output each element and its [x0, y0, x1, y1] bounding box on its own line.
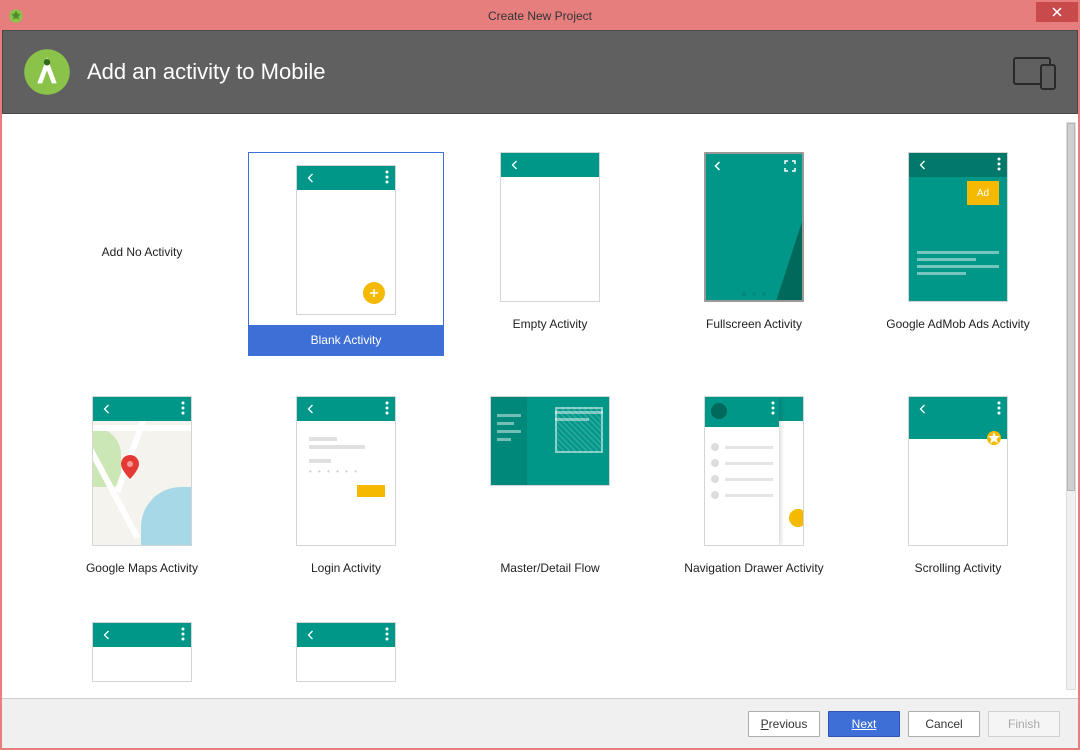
template-thumbnail	[704, 396, 804, 546]
template-label: Navigation Drawer Activity	[656, 554, 852, 582]
wizard-header: Add an activity to Mobile	[2, 30, 1078, 114]
overflow-menu-icon	[181, 627, 185, 641]
back-arrow-icon	[305, 629, 317, 641]
ad-badge: Ad	[967, 181, 999, 205]
template-label: Empty Activity	[452, 310, 648, 338]
back-arrow-icon	[917, 403, 929, 415]
close-icon	[1052, 7, 1062, 17]
template-add-no-activity[interactable]: Add No Activity	[44, 152, 240, 352]
fab-icon	[789, 509, 804, 527]
back-arrow-icon	[917, 159, 929, 171]
titlebar[interactable]: Create New Project	[2, 2, 1078, 30]
template-label: Add No Activity	[102, 245, 183, 259]
template-empty-activity[interactable]: Empty Activity	[452, 152, 648, 356]
template-thumbnail	[92, 622, 192, 682]
overflow-menu-icon	[385, 627, 389, 641]
close-button[interactable]	[1036, 2, 1078, 22]
template-admob-activity[interactable]: Ad Google AdMob Ads Activity	[860, 152, 1056, 356]
finish-button: Finish	[988, 711, 1060, 737]
fullscreen-icon	[784, 160, 796, 172]
fab-icon	[363, 282, 385, 304]
overflow-menu-icon	[181, 401, 185, 415]
template-label: Google AdMob Ads Activity	[860, 310, 1056, 338]
template-thumbnail	[908, 396, 1008, 546]
template-thumbnail: Ad	[908, 152, 1008, 302]
overflow-menu-icon	[385, 170, 389, 184]
android-studio-icon	[21, 46, 73, 98]
vertical-scrollbar[interactable]	[1066, 122, 1076, 690]
previous-button[interactable]: Previous	[748, 711, 820, 737]
template-thumbnail: • • • • • •	[296, 396, 396, 546]
template-label: Master/Detail Flow	[452, 554, 648, 582]
template-label: Login Activity	[248, 554, 444, 582]
template-navigation-drawer-activity[interactable]: Navigation Drawer Activity	[656, 396, 852, 582]
activity-grid-scroll: Add No Activity	[2, 114, 1064, 698]
wizard-window: Create New Project Add an activity to Mo…	[0, 0, 1080, 750]
template-scrolling-activity[interactable]: Scrolling Activity	[860, 396, 1056, 582]
template-thumbnail	[296, 165, 396, 315]
overflow-menu-icon	[771, 401, 775, 415]
template-thumbnail	[500, 152, 600, 302]
template-label: Fullscreen Activity	[656, 310, 852, 338]
scrollbar-thumb[interactable]	[1067, 123, 1075, 491]
page-title: Add an activity to Mobile	[87, 59, 325, 85]
form-factor-icon	[1013, 55, 1059, 91]
back-arrow-icon	[712, 160, 724, 172]
cancel-button[interactable]: Cancel	[908, 711, 980, 737]
template-thumbnail	[490, 396, 610, 486]
template-master-detail-flow[interactable]: Master/Detail Flow	[452, 396, 648, 582]
template-fullscreen-activity[interactable]: Fullscreen Activity	[656, 152, 852, 356]
template-thumbnail	[296, 622, 396, 682]
overflow-menu-icon	[997, 401, 1001, 415]
overflow-menu-icon	[385, 401, 389, 415]
template-blank-activity[interactable]: Blank Activity	[248, 152, 444, 356]
template-google-maps-activity[interactable]: Google Maps Activity	[44, 396, 240, 582]
template-partial-2[interactable]	[248, 622, 444, 682]
back-arrow-icon	[509, 159, 521, 171]
content-area: Add No Activity	[2, 114, 1078, 698]
template-label: Blank Activity	[249, 325, 443, 355]
activity-grid: Add No Activity	[44, 152, 1054, 682]
back-arrow-icon	[305, 403, 317, 415]
wizard-footer: Previous Next Cancel Finish	[2, 698, 1078, 748]
star-fab-icon	[987, 431, 1001, 445]
window-title: Create New Project	[488, 9, 592, 23]
app-icon	[8, 8, 24, 24]
template-label: Scrolling Activity	[860, 554, 1056, 582]
next-button[interactable]: Next	[828, 711, 900, 737]
template-thumbnail	[92, 396, 192, 546]
template-login-activity[interactable]: • • • • • • Login Activity	[248, 396, 444, 582]
overflow-menu-icon	[997, 157, 1001, 171]
map-pin-icon	[121, 455, 139, 479]
template-label: Google Maps Activity	[44, 554, 240, 582]
template-partial-1[interactable]	[44, 622, 240, 682]
back-arrow-icon	[101, 403, 113, 415]
back-arrow-icon	[305, 172, 317, 184]
template-thumbnail	[704, 152, 804, 302]
back-arrow-icon	[101, 629, 113, 641]
